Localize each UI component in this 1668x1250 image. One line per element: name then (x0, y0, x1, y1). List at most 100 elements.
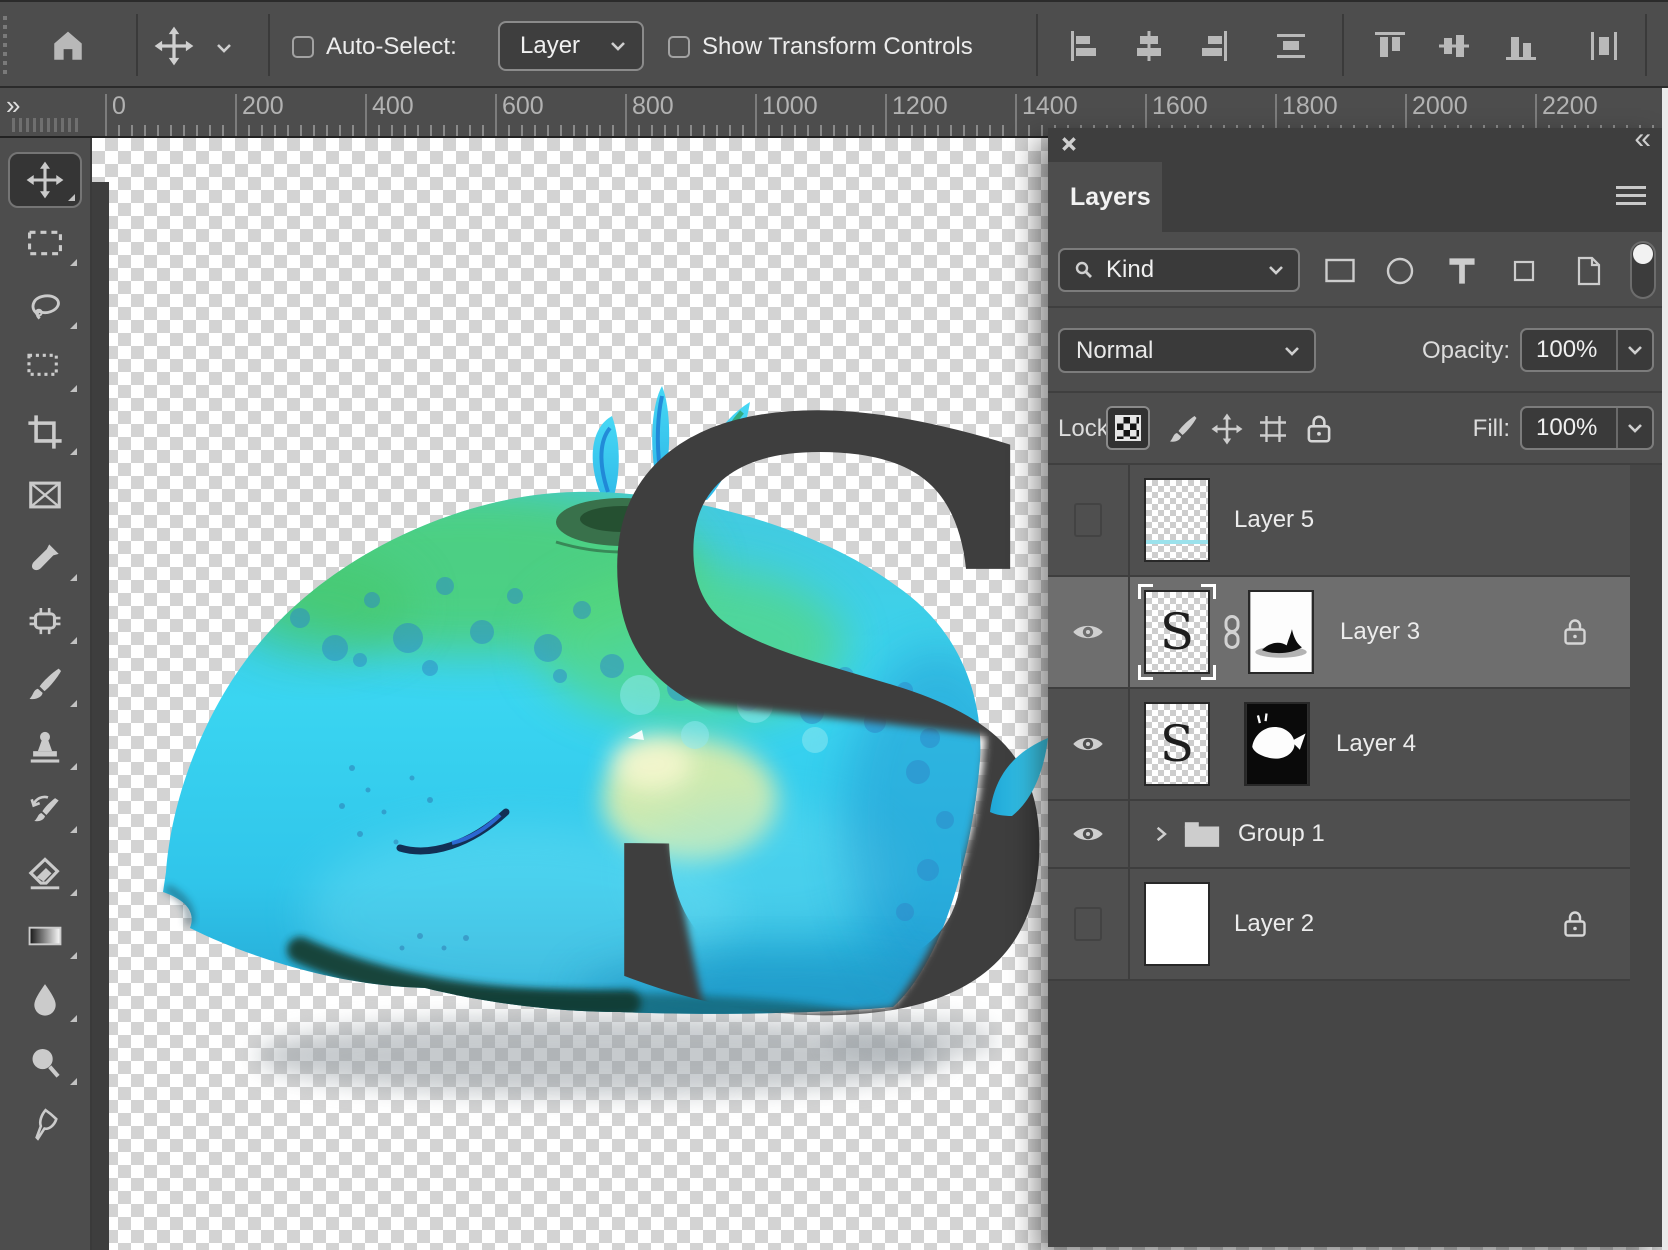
toolstrip-grip[interactable] (12, 118, 78, 132)
flyout-indicator (70, 448, 77, 455)
gradient-tool[interactable] (8, 908, 82, 964)
mask-link-icon[interactable] (1221, 614, 1243, 650)
checkerboard-icon (1115, 415, 1141, 441)
ruler-label: 1200 (892, 92, 948, 121)
move-tool-icon (26, 161, 64, 199)
layer-row-layer-4[interactable]: SLayer 4 (1048, 689, 1630, 801)
opacity-input[interactable]: 100% (1520, 328, 1654, 372)
move-tool[interactable] (8, 152, 82, 208)
layer-name: Layer 2 (1234, 910, 1314, 938)
align-bottom-edges-button[interactable] (1498, 23, 1544, 69)
visibility-toggle[interactable] (1048, 465, 1130, 575)
rectangular-marquee-tool[interactable] (8, 215, 82, 271)
brush-tool[interactable] (8, 656, 82, 712)
collapse-panel-icon[interactable]: « (1634, 122, 1648, 156)
layer-row-group-1[interactable]: Group 1 (1048, 801, 1630, 869)
adjustment-layer-filter-button[interactable] (1380, 252, 1420, 290)
close-panel-icon[interactable] (1060, 135, 1078, 153)
toolbar-expand-button[interactable]: » (6, 90, 18, 121)
home-button[interactable] (44, 22, 92, 70)
fill-input[interactable]: 100% (1520, 406, 1654, 450)
pixel-layer-filter-button[interactable] (1320, 252, 1360, 290)
layer-row-layer-3[interactable]: S Layer 3 (1048, 577, 1630, 689)
ruler-label: 200 (242, 92, 284, 121)
pen-tool[interactable] (8, 1097, 82, 1153)
align-right-edges-button[interactable] (1190, 23, 1236, 69)
options-bar-grip[interactable] (3, 16, 7, 76)
auto-select-target-dropdown[interactable]: Layer (498, 21, 644, 71)
frame-tool-icon (26, 476, 64, 514)
eyedropper-tool-icon (26, 539, 64, 577)
fill-label: Fill: (1473, 415, 1510, 443)
lock-image-pixels-button[interactable] (1162, 409, 1204, 449)
pixel-layer-filter-icon (1324, 255, 1356, 287)
filter-kind-dropdown[interactable]: Kind (1058, 248, 1300, 292)
lock-artboard-button[interactable] (1252, 409, 1294, 449)
lock-all-button[interactable] (1298, 409, 1340, 449)
current-tool-move-button[interactable] (152, 24, 196, 68)
tool-preset-chevron[interactable] (210, 34, 238, 62)
distribute-horizontal-centers-button[interactable] (1581, 23, 1627, 69)
align-top-edges-button[interactable] (1367, 23, 1413, 69)
smart-object-filter-button[interactable] (1568, 252, 1608, 290)
layer-row-layer-2[interactable]: Layer 2 (1048, 869, 1630, 981)
auto-select-checkbox[interactable]: Auto-Select: (292, 33, 457, 61)
filter-toggle[interactable] (1630, 241, 1656, 299)
visibility-toggle[interactable] (1048, 869, 1130, 979)
layer-name: Layer 3 (1340, 618, 1420, 646)
dodge-tool[interactable] (8, 1034, 82, 1090)
tab-layers[interactable]: Layers (1048, 162, 1162, 232)
visibility-toggle[interactable] (1048, 801, 1130, 867)
visibility-toggle[interactable] (1048, 689, 1130, 799)
flyout-indicator (70, 259, 77, 266)
align-left-edges-button[interactable] (1062, 23, 1108, 69)
layer-row-layer-5[interactable]: Layer 5 (1048, 465, 1630, 577)
group-expand-chevron[interactable] (1152, 825, 1170, 843)
lock-transparent-pixels-button[interactable] (1106, 406, 1150, 450)
eyedropper-tool[interactable] (8, 530, 82, 586)
distribute-vertical-centers-icon (1273, 28, 1309, 64)
layer-mask-thumbnail[interactable] (1244, 702, 1310, 786)
blend-mode-dropdown[interactable]: Normal (1058, 328, 1316, 373)
blur-tool-icon (26, 980, 64, 1018)
spot-healing-brush-tool[interactable] (8, 593, 82, 649)
align-vertical-centers-icon (1436, 28, 1472, 64)
move-icon (154, 26, 194, 66)
options-bar: Auto-Select: Layer Show Transform Contro… (0, 0, 1668, 88)
frame-tool[interactable] (8, 467, 82, 523)
chevron-down-icon (1625, 418, 1645, 438)
shape-layer-filter-button[interactable] (1504, 252, 1544, 290)
thumbnail-letter: S (1160, 607, 1194, 657)
layer-name: Group 1 (1238, 820, 1325, 848)
object-selection-tool[interactable] (8, 341, 82, 397)
history-brush-tool[interactable] (8, 782, 82, 838)
pen-tool-icon (26, 1106, 64, 1144)
crop-tool[interactable] (8, 404, 82, 460)
opacity-value: 100% (1522, 336, 1616, 364)
layer-thumbnail[interactable]: S (1144, 702, 1210, 786)
visibility-toggle[interactable] (1048, 577, 1130, 687)
align-vertical-centers-button[interactable] (1431, 23, 1477, 69)
search-icon (1074, 260, 1094, 280)
layer-thumbnail[interactable] (1144, 882, 1210, 966)
auto-select-label: Auto-Select: (326, 33, 457, 61)
brush-tool-icon (26, 665, 64, 703)
flyout-indicator (70, 952, 77, 959)
align-horizontal-centers-button[interactable] (1126, 23, 1172, 69)
clone-stamp-tool[interactable] (8, 719, 82, 775)
panel-menu-icon[interactable] (1616, 186, 1646, 208)
lock-position-button[interactable] (1206, 409, 1248, 449)
layer-mask-thumbnail[interactable] (1248, 590, 1314, 674)
layer-thumbnail[interactable]: S (1144, 590, 1210, 674)
blur-tool[interactable] (8, 971, 82, 1027)
history-brush-tool-icon (26, 791, 64, 829)
eraser-tool[interactable] (8, 845, 82, 901)
distribute-vertical-centers-button[interactable] (1268, 23, 1314, 69)
ruler-label: 1600 (1152, 92, 1208, 121)
type-layer-filter-button[interactable] (1442, 252, 1482, 290)
flyout-indicator (70, 1015, 77, 1022)
lasso-tool[interactable] (8, 278, 82, 334)
show-transform-checkbox[interactable]: Show Transform Controls (668, 33, 973, 61)
thumbnail-content (1146, 540, 1208, 544)
layer-thumbnail[interactable] (1144, 478, 1210, 562)
